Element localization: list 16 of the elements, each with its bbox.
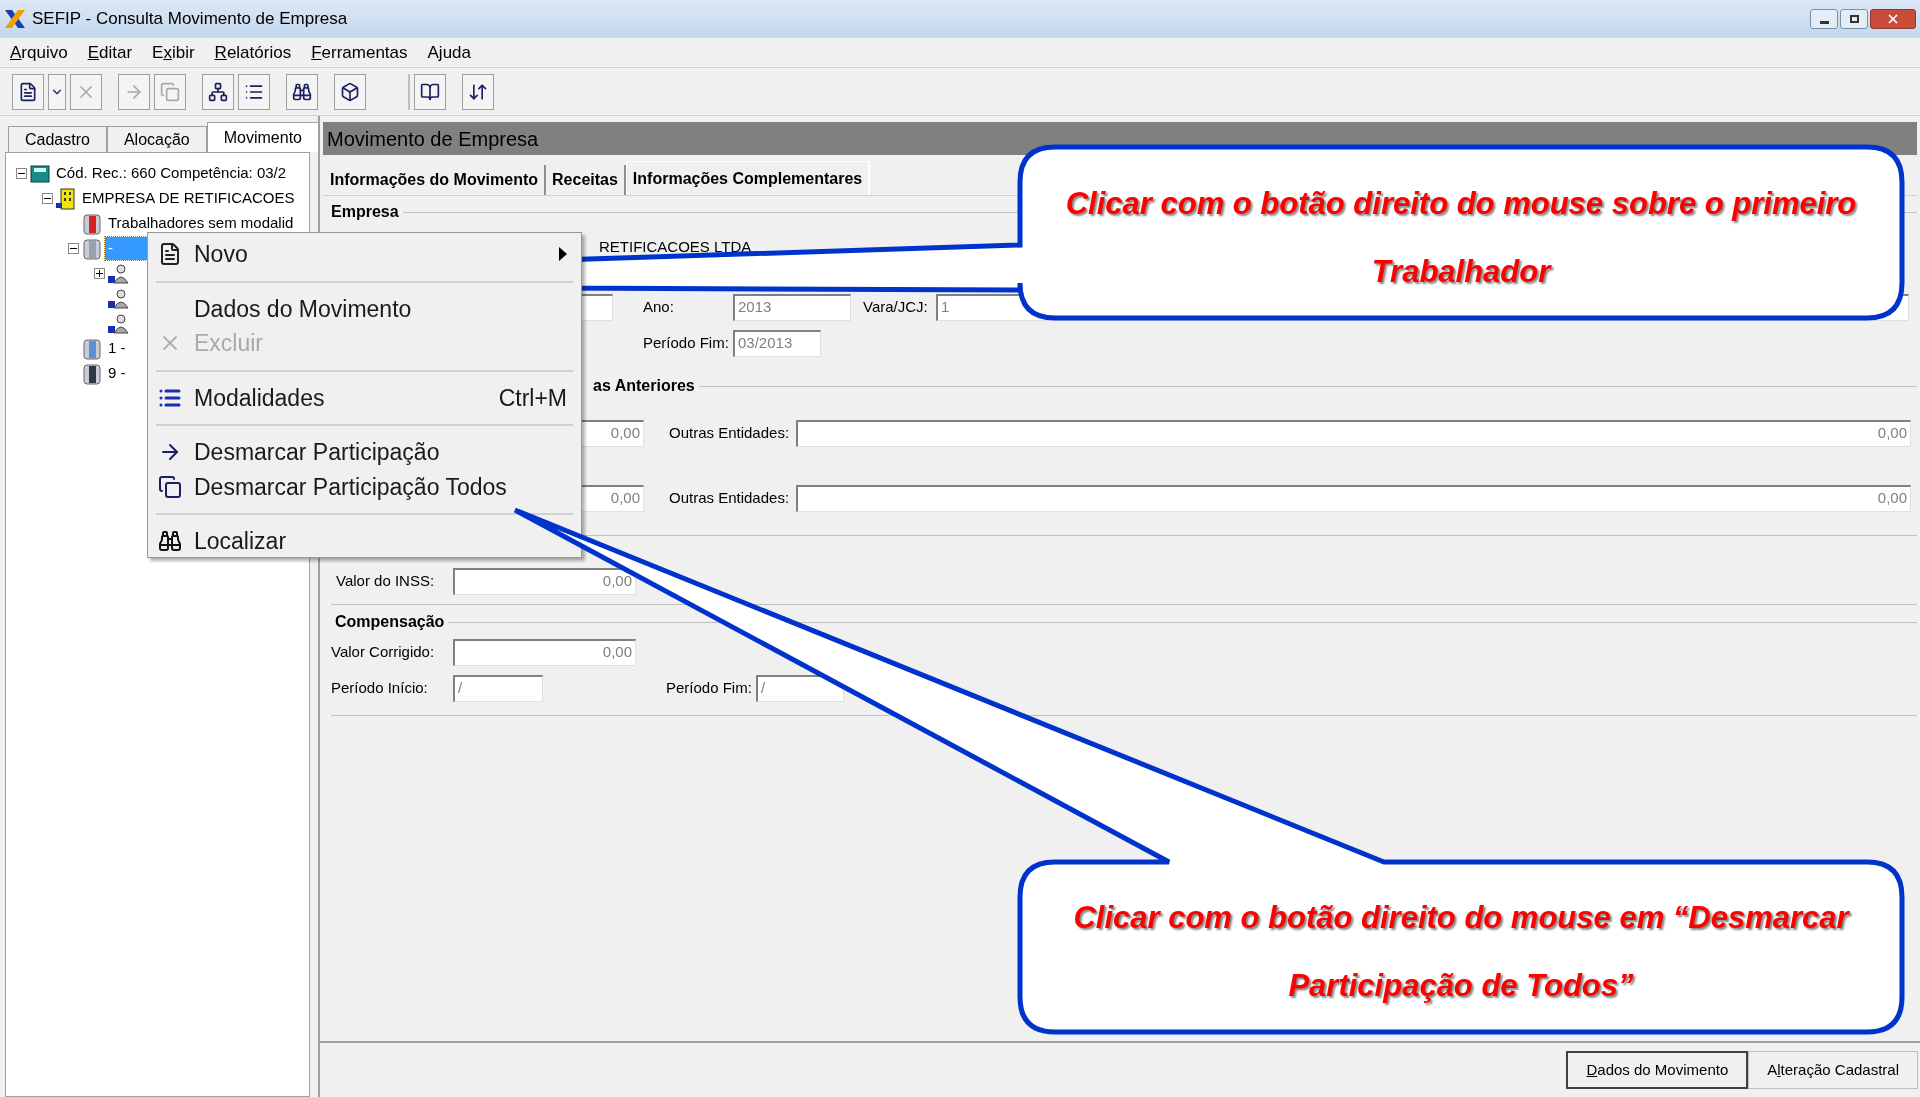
window-title: SEFIP - Consulta Movimento de Empresa <box>32 8 348 31</box>
field-label: Ano: <box>643 296 675 317</box>
field-label: Valor do INSS: <box>336 570 436 591</box>
field-label: Valor Corrigido: <box>331 641 436 662</box>
field-label: Período Fim: <box>643 332 730 353</box>
group-title: Compensação <box>335 612 445 632</box>
callout-text: Clicar com o botão direito do mouse sobre o primeiro Trabalhador <box>1064 185 1858 291</box>
company-name: RETIFICACOES LTDA <box>599 236 752 257</box>
callout-text: Clicar com o botão direito do mouse em “Desmarcar Participação de Todos” <box>1072 899 1851 1005</box>
group-title: as Anteriores <box>593 376 695 396</box>
field-label: Outras Entidades: <box>669 422 791 443</box>
field-label: Período Início: <box>331 677 429 698</box>
group-title: Empresa <box>331 202 399 222</box>
field-label: Vara/JCJ: <box>863 296 929 317</box>
field-label: Outras Entidades: <box>669 487 791 508</box>
field-label: Período Fim: <box>666 677 753 698</box>
